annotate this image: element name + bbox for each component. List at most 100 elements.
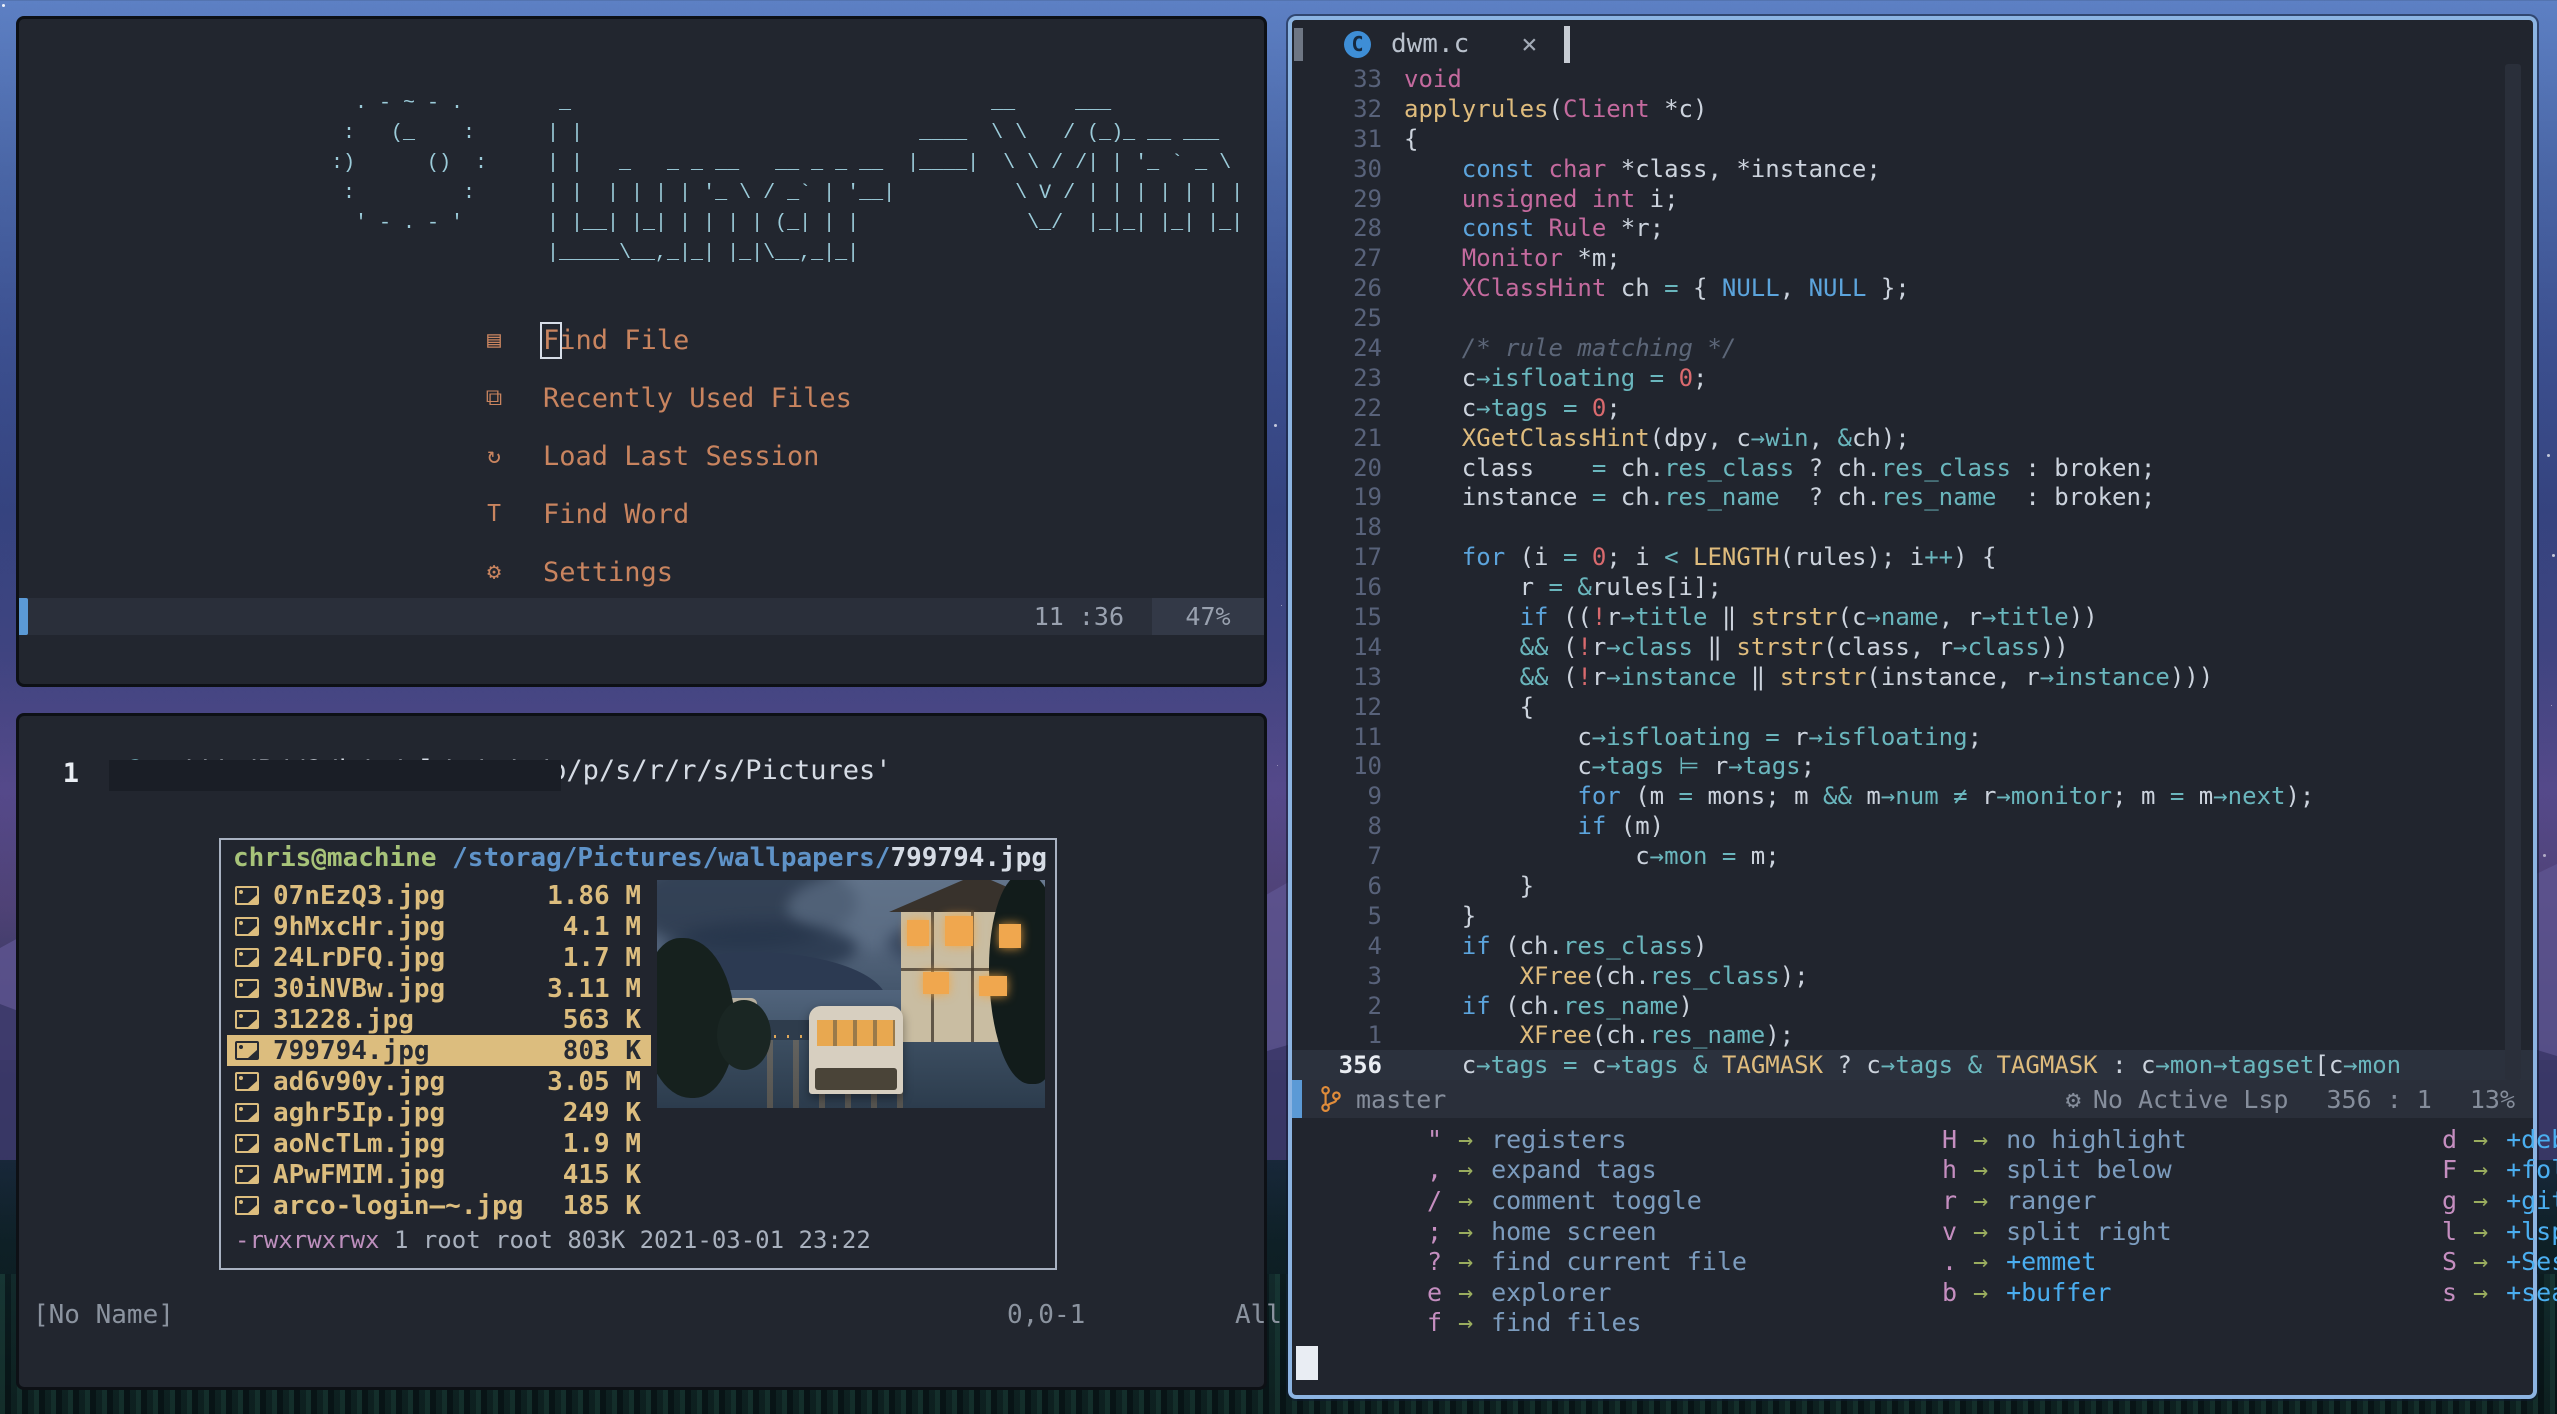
whichkey-label: +emmet (2006, 1247, 2097, 1277)
arrow-icon: → (2473, 1155, 2489, 1185)
code-line: 7 c→mon = m; (1292, 841, 2533, 871)
file-row[interactable]: ad6v90y.jpg 3.05 M (227, 1066, 651, 1097)
line-number: 1 (1367, 1021, 1382, 1050)
arrow-icon: → (1458, 1247, 1474, 1277)
lsp-status: No Active Lsp (2092, 1084, 2289, 1114)
arrow-icon: → (1973, 1155, 1989, 1185)
whichkey-key: g (2441, 1185, 2457, 1215)
tabline-edge-bar (1294, 28, 1303, 61)
file-name: 24LrDFQ.jpg (273, 942, 446, 973)
file-size: 249 K (562, 1097, 641, 1128)
arrow-icon: → (1973, 1185, 1989, 1215)
whichkey-binding-no-highlight: H → no highlight (1807, 1124, 2187, 1155)
whichkey-binding-find-current-file: ? → find current file (1292, 1246, 1747, 1277)
line-number: 15 (1353, 602, 1382, 631)
whichkey-binding-split-right: v → split right (1807, 1216, 2187, 1247)
whichkey-binding-comment-toggle: / → comment toggle (1292, 1185, 1747, 1216)
file-row[interactable]: arco-login—~.jpg 185 K (227, 1190, 651, 1221)
whichkey-binding--session: S → +Session (2307, 1246, 2557, 1277)
arrow-icon: → (2473, 1124, 2489, 1154)
lunarvim-logo: . - ~ - . _ __ ___ : (_ : | | ____ \ \ /… (331, 92, 1244, 265)
dashboard-menu: ▤ Find File ⧉ Recently Used Files ↻ Load Last… (477, 311, 852, 601)
image-file-icon (235, 1165, 259, 1184)
whichkey-key: / (1426, 1185, 1442, 1215)
code-line: 30 const char *class, *instance; (1292, 154, 2533, 184)
git-branch-icon (1321, 1086, 1341, 1112)
whichkey-label: +git (2506, 1185, 2557, 1215)
file-row[interactable]: aghr5Ip.jpg 249 K (227, 1097, 651, 1128)
code-text: const char *class, *instance; (1461, 154, 1881, 183)
code-line: 31 { (1292, 124, 2533, 154)
whichkey-label: explorer (1491, 1277, 1612, 1307)
code-text: void (1404, 64, 1462, 93)
whichkey-binding-home-screen: ; → home screen (1292, 1216, 1747, 1247)
line-number: 20 (1353, 453, 1382, 482)
cursorline-highlight (109, 760, 561, 791)
code-line: 26 XClassHint ch = { NULL, NULL }; (1292, 273, 2533, 303)
code-text: if ((!r→title ‖ strstr(c→name, r→title)) (1519, 602, 2098, 631)
dashboard-statusline: 11 :36 47% (19, 598, 1264, 635)
file-size: 1.7 M (562, 942, 641, 973)
buffer-line-1[interactable]: 1 (19, 758, 79, 789)
image-file-icon (235, 1134, 259, 1153)
image-file-icon (235, 1103, 259, 1122)
tab-dwm-c[interactable]: C dwm.c × (1344, 20, 1538, 68)
scrollbar[interactable] (2505, 64, 2521, 1080)
file-row[interactable]: 9hMxcHr.jpg 4.1 M (227, 911, 651, 942)
code-text: if (m) (1577, 812, 1665, 841)
file-row[interactable]: 31228.jpg 563 K (227, 1004, 651, 1035)
scroll-percent: 47% (1152, 598, 1264, 635)
whichkey-label: split right (2006, 1216, 2172, 1246)
preview-lit-window (999, 924, 1021, 948)
code-text: unsigned int i; (1461, 184, 1679, 213)
code-area[interactable]: 33 void 32 applyrules(Client *c) 31{30 const… (1292, 64, 2533, 1081)
file-row[interactable]: 30iNVBw.jpg 3.11 M (227, 973, 651, 1004)
whichkey-key: ? (1426, 1247, 1442, 1277)
file-row[interactable]: APwFMIM.jpg 415 K (227, 1159, 651, 1190)
file-row[interactable]: 07nEzQ3.jpg 1.86 M (227, 880, 651, 911)
whichkey-key: " (1426, 1124, 1442, 1154)
code-text: for (i = 0; i < LENGTH(rules); i++) { (1461, 543, 1997, 572)
code-text: c→tags = 0; (1404, 393, 1621, 422)
close-icon[interactable]: × (1521, 29, 1537, 60)
line-number: 14 (1353, 632, 1382, 661)
code-line: 21 XGetClassHint(dpy, c→win, &ch); (1292, 423, 2533, 453)
file-size: 415 K (562, 1159, 641, 1190)
whichkey-binding--lsp: l → +lsp (2307, 1216, 2557, 1247)
file-row-selected[interactable]: 799794.jpg 803 K (227, 1035, 651, 1066)
menu-item-recently-used-files[interactable]: ⧉ Recently Used Files (477, 369, 852, 427)
code-line: 23 c→isfloating = 0; (1292, 363, 2533, 393)
whichkey-binding--fold: F → +fold (2307, 1155, 2557, 1186)
image-file-icon (235, 1072, 259, 1091)
window-code-editor: C dwm.c × 33 void 32 applyrules(Client *c) 3… (1288, 16, 2557, 1399)
line-number: 27 (1353, 244, 1382, 273)
image-file-icon (235, 917, 259, 936)
code-line: 9 for (m = mons; m && m→num ≠ r→monitor;… (1292, 781, 2533, 811)
whichkey-label: expand tags (1491, 1155, 1657, 1185)
directory-path: /storag/Pictures/wallpapers/ (436, 843, 891, 873)
statusline-accent-bar (1292, 1080, 1302, 1118)
menu-item-find-word[interactable]: T Find Word (477, 485, 852, 543)
file-row[interactable]: aoNcTLm.jpg 1.9 M (227, 1128, 651, 1159)
whichkey-key: e (1426, 1277, 1442, 1307)
arrow-icon: → (2473, 1185, 2489, 1215)
whichkey-binding--buffer: b → +buffer (1807, 1277, 2187, 1308)
line-number: 29 (1353, 184, 1382, 213)
menu-item-settings[interactable]: ⚙ Settings (477, 543, 852, 601)
menu-item-label: Find Word (543, 498, 690, 530)
cursor-position: 11 :36 (1033, 602, 1124, 631)
file-row[interactable]: 24LrDFQ.jpg 1.7 M (227, 942, 651, 973)
whichkey-key: f (1426, 1308, 1442, 1338)
scroll-indicator: All (1235, 1300, 1282, 1330)
menu-item-load-last-session[interactable]: ↻ Load Last Session (477, 427, 852, 485)
line-number: 32 (1353, 94, 1382, 123)
tabline-separator (1564, 26, 1570, 63)
whichkey-key: S (2441, 1247, 2457, 1277)
menu-item-find-file[interactable]: ▤ Find File (477, 311, 852, 369)
whichkey-binding-registers: " → registers (1292, 1124, 1747, 1155)
window-file-explorer: 2t///s/P//2/h/c/.l/s/n/s/p/p/s/r/r/s/Pic… (16, 713, 1282, 1390)
tabline: C dwm.c × (1292, 20, 2533, 68)
code-text: } (1404, 901, 1477, 930)
whichkey-key: h (1941, 1155, 1957, 1185)
whichkey-label: +Session (2506, 1247, 2557, 1277)
